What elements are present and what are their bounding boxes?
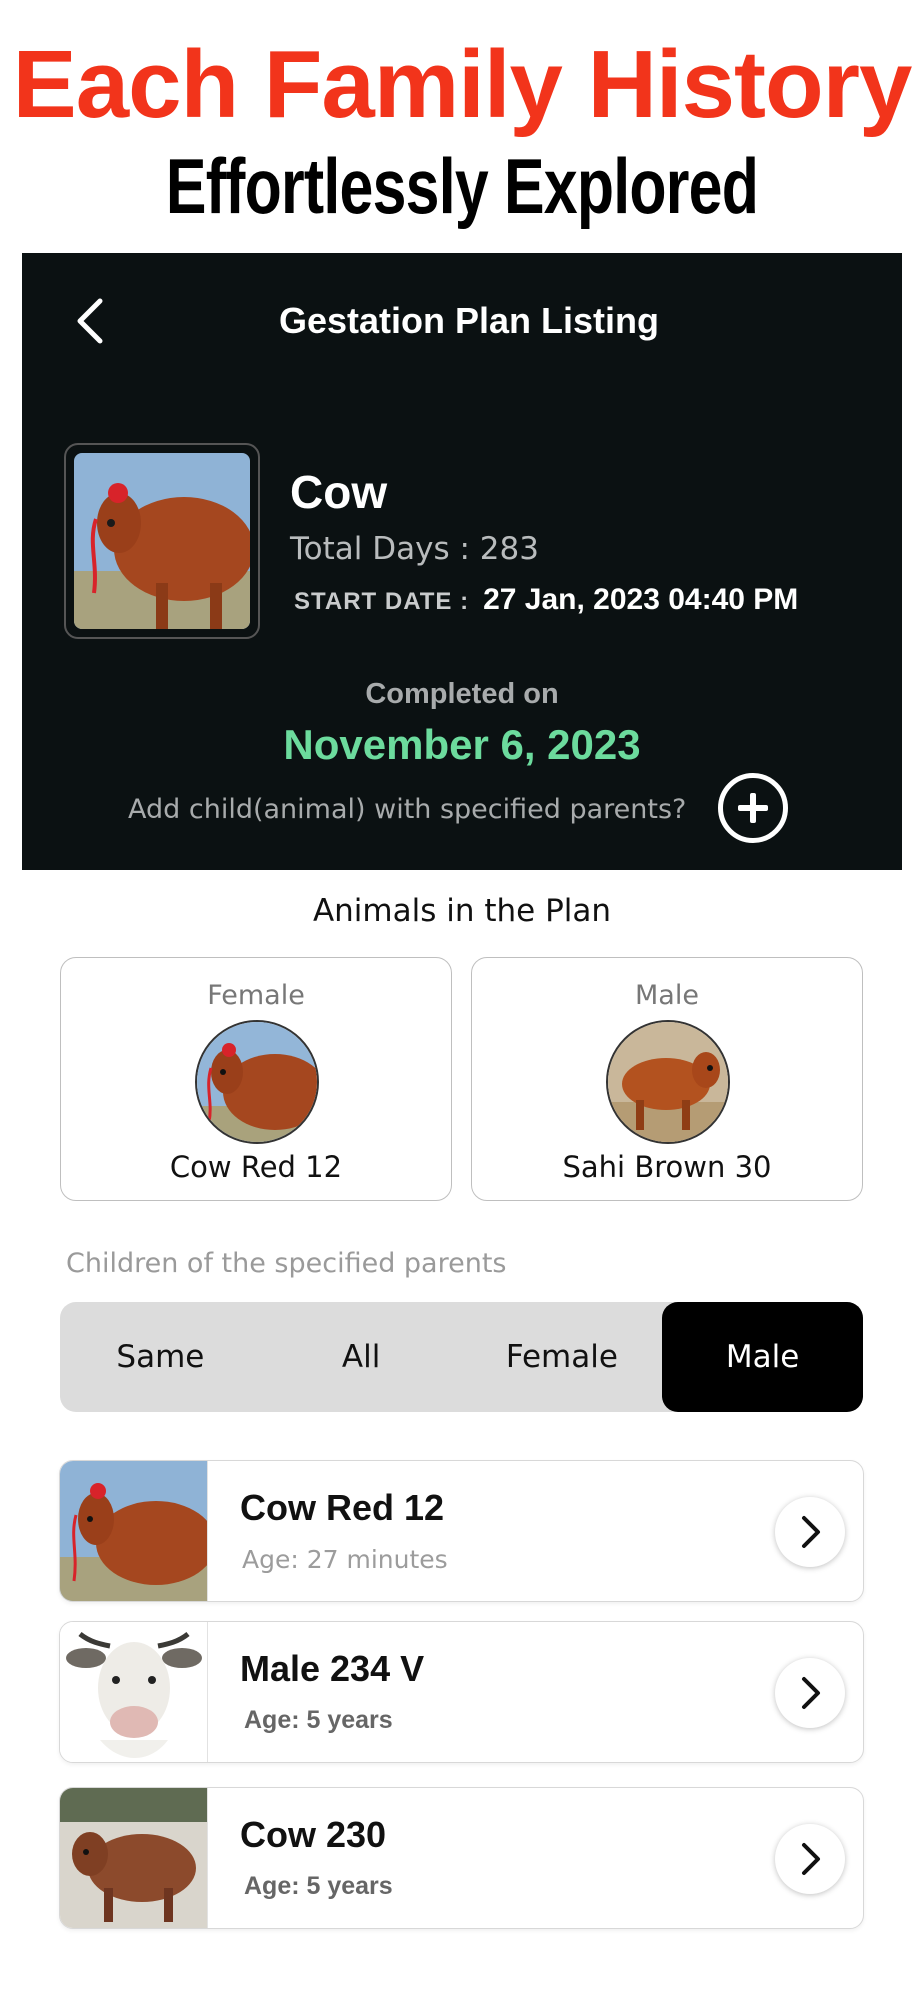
tab-male[interactable]: Male — [662, 1302, 863, 1412]
cow-photo-image — [74, 453, 250, 629]
completed-date: November 6, 2023 — [283, 721, 641, 768]
list-item[interactable]: Cow 230 Age: 5 years — [59, 1787, 864, 1929]
child-name: Male 234 V — [240, 1648, 425, 1689]
tab-female[interactable]: Female — [462, 1302, 663, 1412]
start-date-value: 27 Jan, 2023 04:40 PM — [483, 583, 799, 616]
parent-name: Sahi Brown 30 — [562, 1150, 772, 1184]
animals-section-title: Animals in the Plan — [312, 893, 612, 929]
child-photo — [60, 1622, 208, 1762]
chevron-right-icon — [802, 1843, 820, 1875]
tab-all[interactable]: All — [261, 1302, 462, 1412]
parent-role-label: Male — [635, 980, 699, 1011]
male-parent-card[interactable]: Male Sahi Brown 30 — [471, 957, 863, 1201]
open-child-button[interactable] — [775, 1658, 845, 1728]
total-days: Total Days : 283 — [290, 531, 539, 567]
child-age: Age: 5 years — [244, 1706, 393, 1734]
child-photo — [60, 1788, 208, 1928]
child-name: Cow Red 12 — [240, 1487, 445, 1528]
children-filter-tabs: Same All Female Male — [60, 1302, 863, 1412]
page-title: Gestation Plan Listing — [278, 300, 660, 341]
start-date: START DATE : 27 Jan, 2023 04:40 PM — [294, 583, 798, 617]
child-age: Age: 5 years — [244, 1872, 393, 1900]
add-child-button[interactable] — [718, 773, 788, 843]
children-section-label: Children of the specified parents — [66, 1248, 507, 1279]
animal-name: Cow — [290, 466, 388, 518]
open-child-button[interactable] — [775, 1824, 845, 1894]
chevron-right-icon — [802, 1677, 820, 1709]
gestation-plan-panel: Gestation Plan Listing Cow Total Days : … — [22, 253, 902, 870]
list-item[interactable]: Male 234 V Age: 5 years — [59, 1621, 864, 1763]
open-child-button[interactable] — [775, 1497, 845, 1567]
chevron-right-icon — [802, 1516, 820, 1548]
animal-photo — [64, 443, 260, 639]
list-item[interactable]: Cow Red 12 Age: 27 minutes — [59, 1460, 864, 1602]
promo-title: Each Family History — [12, 31, 913, 138]
promo-subtitle: Effortlessly Explored — [165, 142, 759, 230]
avatar — [606, 1020, 730, 1144]
child-age: Age: 27 minutes — [242, 1545, 448, 1574]
parent-role-label: Female — [207, 980, 305, 1011]
female-parent-card[interactable]: Female Cow Red 12 — [60, 957, 452, 1201]
parent-name: Cow Red 12 — [169, 1150, 343, 1184]
add-child-prompt: Add child(animal) with specified parents… — [128, 794, 687, 825]
child-name: Cow 230 — [240, 1814, 387, 1855]
child-photo — [60, 1461, 208, 1601]
tab-same[interactable]: Same — [60, 1302, 261, 1412]
avatar — [195, 1020, 319, 1144]
start-date-label: START DATE : — [294, 588, 470, 615]
completed-label: Completed on — [365, 678, 559, 710]
